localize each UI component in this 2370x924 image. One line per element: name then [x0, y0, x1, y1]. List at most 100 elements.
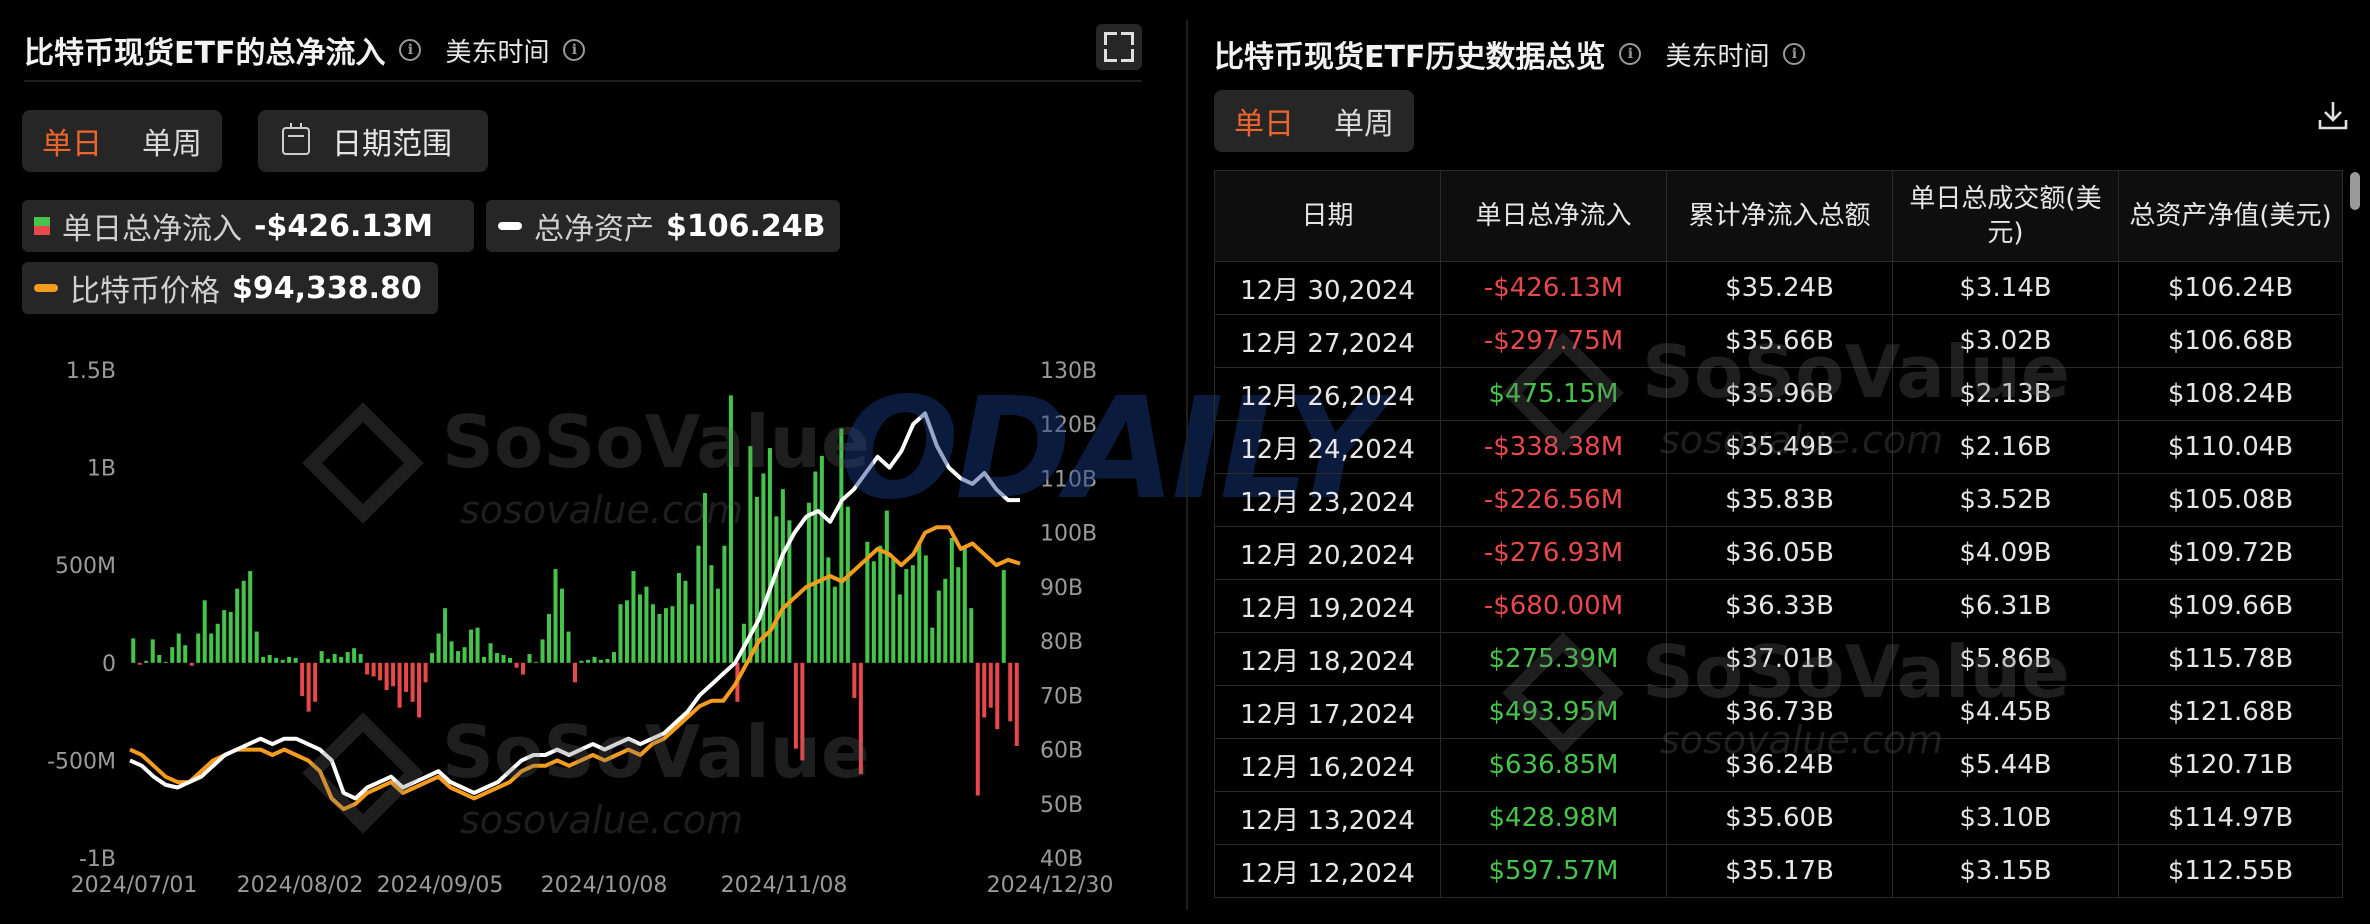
flow-bar [910, 565, 915, 663]
table-row[interactable]: 12月 27,2024 -$297.75M $35.66B $3.02B $106.68… [1214, 314, 2343, 368]
x-axis-tick: 2024/08/02 [237, 873, 364, 898]
y-axis-left-tick: 1.5B [66, 359, 116, 384]
table-cell: 12月 26,2024 [1214, 367, 1441, 421]
table-row[interactable]: 12月 19,2024 -$680.00M $36.33B $6.31B $109.66… [1214, 579, 2343, 633]
column-header[interactable]: 日期 [1214, 170, 1441, 262]
flow-bar [508, 657, 513, 663]
table-row[interactable]: 12月 20,2024 -$276.93M $36.05B $4.09B $109.72… [1214, 526, 2343, 580]
expand-icon[interactable] [1096, 24, 1142, 70]
table-cell: 12月 20,2024 [1214, 526, 1441, 580]
download-icon[interactable] [2316, 98, 2350, 132]
flow-bar [300, 662, 305, 696]
flow-bar [566, 631, 571, 663]
column-header[interactable]: 单日总成交额(美元) [1892, 170, 2119, 262]
flow-bar [345, 652, 350, 663]
table-cell: 12月 19,2024 [1214, 579, 1441, 633]
column-header[interactable]: 单日总净流入 [1440, 170, 1667, 262]
table-cell: $3.14B [1892, 261, 2119, 315]
column-header[interactable]: 累计净流入总额 [1666, 170, 1893, 262]
flow-bar [358, 654, 363, 663]
table-scrollbar[interactable] [2350, 172, 2360, 210]
flow-bar [371, 662, 376, 677]
flow-bar [962, 545, 967, 663]
flow-bar [202, 600, 207, 663]
table-row[interactable]: 12月 30,2024 -$426.13M $35.24B $3.14B $106.24… [1214, 261, 2343, 315]
table-cell: $35.66B [1666, 314, 1893, 368]
table-cell: $35.17B [1666, 844, 1893, 898]
timezone-info-icon[interactable]: i [563, 39, 586, 61]
flow-bar [170, 647, 175, 663]
table-cell: 12月 12,2024 [1214, 844, 1441, 898]
table-cell: $114.97B [2118, 791, 2343, 845]
table-row[interactable]: 12月 17,2024 $493.95M $36.73B $4.45B $121.68B [1214, 685, 2343, 739]
calendar-icon [282, 123, 310, 155]
table-cell: $115.78B [2118, 632, 2343, 686]
timezone-info-icon[interactable]: i [1783, 43, 1806, 65]
flow-chart[interactable]: 1.5B 1B 500M 0 -500M -1B 130B 120B 110B 100B 90B 80… [0, 340, 1160, 924]
flow-bar [845, 506, 850, 663]
y-axis-left-tick: 1B [87, 457, 116, 482]
legend-total-assets[interactable]: 总净资产 $106.24B [486, 200, 840, 252]
y-axis-right-tick: 60B [1040, 739, 1083, 764]
table-row[interactable]: 12月 13,2024 $428.98M $35.60B $3.10B $114.97B [1214, 791, 2343, 845]
panel-divider [1186, 20, 1188, 910]
table-cell: $597.57M [1440, 844, 1667, 898]
table-row[interactable]: 12月 26,2024 $475.15M $35.96B $2.13B $108.24B [1214, 367, 2343, 421]
flow-bar [417, 662, 422, 718]
flow-bar [287, 656, 292, 663]
flow-bar [624, 600, 629, 663]
table-row[interactable]: 12月 18,2024 $275.39M $37.01B $5.86B $115.78B [1214, 632, 2343, 686]
flow-bar [774, 516, 779, 663]
table-row[interactable]: 12月 16,2024 $636.85M $36.24B $5.44B $120.71B [1214, 738, 2343, 792]
flow-bar [871, 561, 876, 663]
x-axis-tick: 2024/12/30 [987, 873, 1114, 898]
flow-bar [813, 471, 818, 663]
tab-weekly[interactable]: 单周 [122, 119, 222, 163]
flow-bar [663, 608, 668, 663]
legend-value: $106.24B [666, 208, 826, 244]
column-header[interactable]: 总资产净值(美元) [2118, 170, 2343, 262]
flow-bar [410, 662, 415, 702]
timezone-label: 美东时间 [1665, 41, 1770, 72]
left-title-row: 比特币现货ETF的总净流入 i 美东时间 i [24, 28, 586, 72]
flow-bar [904, 569, 909, 663]
x-axis-tick: 2024/07/01 [71, 873, 198, 898]
flow-bar [261, 656, 266, 663]
info-icon[interactable]: i [1619, 43, 1642, 65]
table-row[interactable]: 12月 24,2024 -$338.38M $35.49B $2.16B $110.04… [1214, 420, 2343, 474]
legend-btc-price[interactable]: 比特币价格 $94,338.80 [22, 262, 438, 314]
table-header-row: 日期 单日总净流入 累计净流入总额 单日总成交额(美元) 总资产净值(美元) [1214, 170, 2343, 262]
tab-daily[interactable]: 单日 [1214, 99, 1314, 143]
table-cell: 12月 23,2024 [1214, 473, 1441, 527]
flow-bar [670, 606, 675, 663]
tab-daily[interactable]: 单日 [22, 119, 122, 163]
flow-bar [209, 633, 214, 663]
flow-bar [689, 604, 694, 663]
table-cell: -$297.75M [1440, 314, 1667, 368]
flow-bar [319, 651, 324, 663]
flow-bar [456, 651, 461, 663]
flow-bar [267, 654, 272, 663]
table-cell: $3.02B [1892, 314, 2119, 368]
flow-bar [793, 662, 798, 749]
table-cell: $428.98M [1440, 791, 1667, 845]
tab-weekly[interactable]: 单周 [1314, 99, 1414, 143]
flow-bar [228, 612, 233, 663]
flow-bar [137, 662, 142, 665]
flow-bar [235, 588, 240, 663]
table-cell: $3.10B [1892, 791, 2119, 845]
info-icon[interactable]: i [399, 39, 422, 61]
flow-bar [780, 489, 785, 663]
table-row[interactable]: 12月 12,2024 $597.57M $35.17B $3.15B $112.55B [1214, 844, 2343, 898]
flow-bar [683, 580, 688, 663]
date-range-button[interactable]: 日期范围 [258, 110, 488, 172]
table-row[interactable]: 12月 23,2024 -$226.56M $35.83B $3.52B $105.08… [1214, 473, 2343, 527]
flow-bar [196, 633, 201, 663]
flow-bar [534, 661, 539, 663]
table-cell: $275.39M [1440, 632, 1667, 686]
y-axis-right-tick: 90B [1040, 576, 1083, 601]
flow-bar [696, 545, 701, 663]
table-cell: -$338.38M [1440, 420, 1667, 474]
table-cell: $109.72B [2118, 526, 2343, 580]
legend-net-inflow[interactable]: 单日总净流入 -$426.13M [22, 200, 474, 252]
